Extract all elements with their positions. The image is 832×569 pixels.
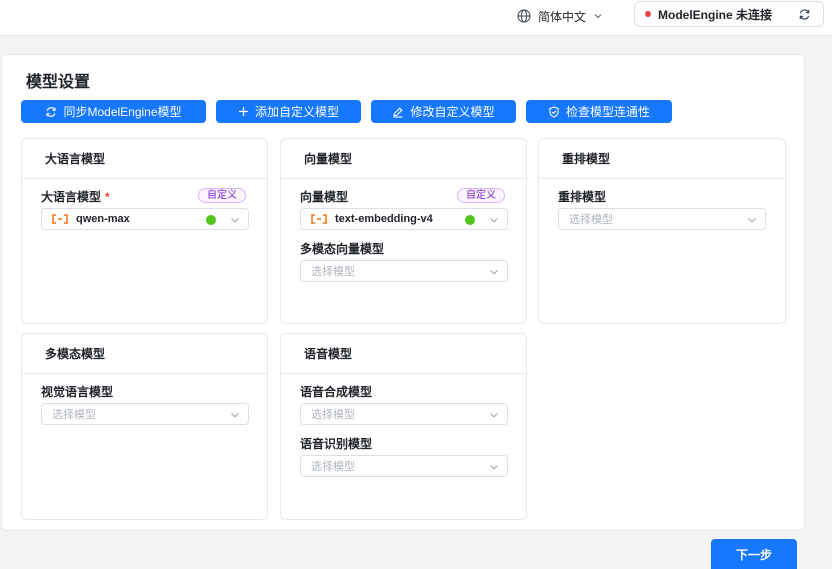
- llm-model-select[interactable]: qwen-max: [41, 208, 249, 230]
- asr-label: 语音识别模型: [300, 437, 373, 451]
- embedding-model-select[interactable]: text-embedding-v4: [300, 208, 508, 230]
- multimodal-embedding-select[interactable]: 选择模型: [300, 260, 508, 282]
- required-mark: *: [105, 189, 110, 204]
- select-placeholder: 选择模型: [311, 266, 355, 278]
- vision-language-label: 视觉语言模型: [41, 385, 114, 399]
- chevron-down-icon: [490, 413, 498, 418]
- connection-status-dot: [645, 11, 651, 17]
- connection-status-label: ModelEngine 未连接: [658, 7, 773, 22]
- add-label: 添加自定义模型: [254, 105, 339, 119]
- edit-label: 修改自定义模型: [410, 105, 495, 119]
- voice-card: 语音模型 语音合成模型 选择模型 语音识别模型 选择模型: [280, 333, 527, 520]
- sync-modelengine-button[interactable]: 同步ModelEngine模型: [21, 100, 206, 123]
- multimodal-card-title: 多模态模型: [22, 334, 267, 374]
- multimodal-card: 多模态模型 视觉语言模型 选择模型: [21, 333, 268, 520]
- chevron-down-icon: [231, 413, 239, 418]
- embedding-card: 向量模型 向量模型 自定义 text-embedding-v4 多模态向量模型 …: [280, 138, 527, 324]
- chevron-down-icon: [490, 218, 498, 223]
- refresh-icon[interactable]: [798, 8, 811, 21]
- rerank-card: 重排模型 重排模型 选择模型: [538, 138, 786, 324]
- custom-tag: 自定义: [198, 188, 246, 203]
- select-placeholder: 选择模型: [311, 461, 355, 473]
- llm-card: 大语言模型 大语言模型 * 自定义 qwen-max: [21, 138, 268, 324]
- plus-icon: [238, 107, 248, 116]
- rerank-card-title: 重排模型: [539, 139, 785, 179]
- toolbar: 同步ModelEngine模型 添加自定义模型 修改自定义模型 检查模型连通性: [21, 100, 672, 123]
- chevron-down-icon: [594, 14, 602, 19]
- select-placeholder: 选择模型: [52, 409, 96, 421]
- rerank-model-select[interactable]: 选择模型: [558, 208, 766, 230]
- select-placeholder: 选择模型: [569, 214, 613, 226]
- language-label: 简体中文: [538, 9, 587, 24]
- tts-label: 语音合成模型: [300, 385, 373, 399]
- asr-model-select[interactable]: 选择模型: [300, 455, 508, 477]
- chevron-down-icon: [231, 218, 239, 223]
- model-bracket-icon: [311, 214, 327, 224]
- select-placeholder: 选择模型: [311, 409, 355, 421]
- embedding-card-title: 向量模型: [281, 139, 526, 179]
- custom-tag: 自定义: [457, 188, 505, 203]
- edit-custom-model-button[interactable]: 修改自定义模型: [371, 100, 516, 123]
- sync-icon: [46, 106, 57, 117]
- model-bracket-icon: [52, 214, 68, 224]
- shield-check-icon: [549, 105, 559, 118]
- add-custom-model-button[interactable]: 添加自定义模型: [216, 100, 361, 123]
- top-bar: 简体中文 ModelEngine 未连接: [0, 0, 832, 36]
- voice-card-title: 语音模型: [281, 334, 526, 374]
- edit-icon: [393, 106, 404, 118]
- connection-status-button[interactable]: ModelEngine 未连接: [634, 1, 824, 27]
- tts-model-select[interactable]: 选择模型: [300, 403, 508, 425]
- check-label: 检查模型连通性: [565, 105, 650, 119]
- llm-card-title: 大语言模型: [22, 139, 267, 179]
- sync-label: 同步ModelEngine模型: [63, 105, 182, 119]
- rerank-field-label: 重排模型: [558, 190, 607, 204]
- language-selector[interactable]: 简体中文: [517, 6, 603, 26]
- embedding-model-value: text-embedding-v4: [335, 213, 433, 225]
- chevron-down-icon: [490, 270, 498, 275]
- status-ok-dot: [465, 215, 475, 225]
- llm-field-text: 大语言模型: [41, 190, 102, 204]
- chevron-down-icon: [490, 465, 498, 470]
- check-connectivity-button[interactable]: 检查模型连通性: [526, 100, 672, 123]
- globe-icon: [517, 9, 531, 23]
- status-ok-dot: [206, 215, 216, 225]
- chevron-down-icon: [748, 218, 756, 223]
- llm-model-value: qwen-max: [76, 213, 130, 225]
- embedding-field-label: 向量模型: [300, 190, 349, 204]
- llm-field-label: 大语言模型 *: [41, 188, 110, 205]
- page-title: 模型设置: [26, 74, 91, 91]
- model-settings-panel: 模型设置 同步ModelEngine模型 添加自定义模型 修改自定义模型 检查模…: [1, 54, 805, 531]
- vision-language-select[interactable]: 选择模型: [41, 403, 249, 425]
- multimodal-embedding-label: 多模态向量模型: [300, 242, 385, 256]
